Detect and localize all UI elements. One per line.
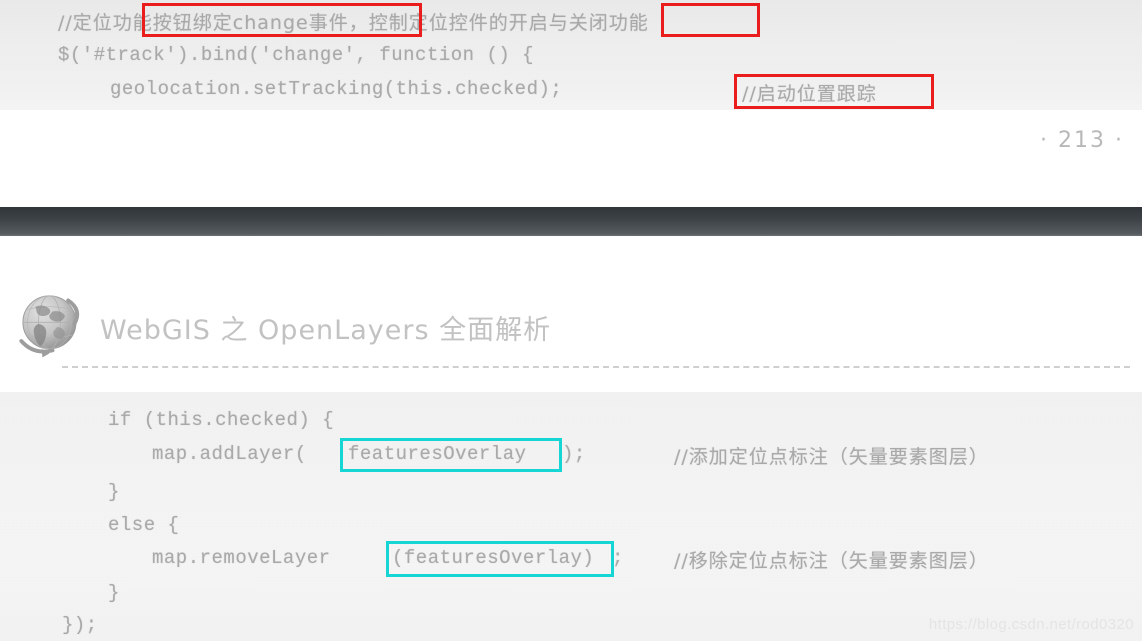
bottom-code-line-removelayer-suffix: ;: [612, 547, 624, 569]
blog-watermark: https://blog.csdn.net/rod0320: [928, 616, 1134, 633]
bottom-code-line-close-else: }: [108, 582, 120, 604]
running-header: WebGIS 之 OpenLayers 全面解析: [0, 280, 1142, 380]
bottom-code-line-addlayer-prefix: map.addLayer(: [152, 443, 307, 465]
bottom-code-comment-add-marker: //添加定位点标注（矢量要素图层）: [674, 446, 989, 468]
running-header-title: WebGIS 之 OpenLayers 全面解析: [100, 315, 552, 346]
bottom-code-line-close-if: }: [108, 481, 120, 503]
globe-icon: [19, 295, 80, 358]
bottom-code-line-addlayer-suffix: );: [562, 443, 586, 465]
bottom-code-line-close-function: });: [62, 614, 98, 636]
bottom-code-line-removelayer-prefix: map.removeLayer: [152, 547, 331, 569]
scanned-page: //定位功能按钮绑定change事件，控制定位控件的开启与关闭功能 $('#tr…: [0, 0, 1142, 641]
top-code-comment-start-tracking: //启动位置跟踪: [742, 83, 877, 105]
top-code-line-3: geolocation.setTracking(this.checked);: [110, 78, 563, 100]
bottom-code-token-features-overlay-add: featuresOverlay: [348, 443, 527, 465]
page-number: · 213 ·: [1040, 128, 1124, 153]
bottom-code-token-features-overlay-remove: (featuresOverlay): [392, 547, 595, 569]
header-dashed-rule: [62, 366, 1130, 368]
bottom-code-line-if: if (this.checked) {: [108, 409, 335, 431]
top-code-line-1: //定位功能按钮绑定change事件，控制定位控件的开启与关闭功能: [58, 12, 649, 34]
bottom-code-line-else: else {: [108, 514, 180, 536]
page-separator-band: [0, 207, 1142, 236]
top-code-line-2: $('#track').bind('change', function () {: [58, 44, 535, 66]
bottom-code-comment-remove-marker: //移除定位点标注（矢量要素图层）: [674, 550, 989, 572]
